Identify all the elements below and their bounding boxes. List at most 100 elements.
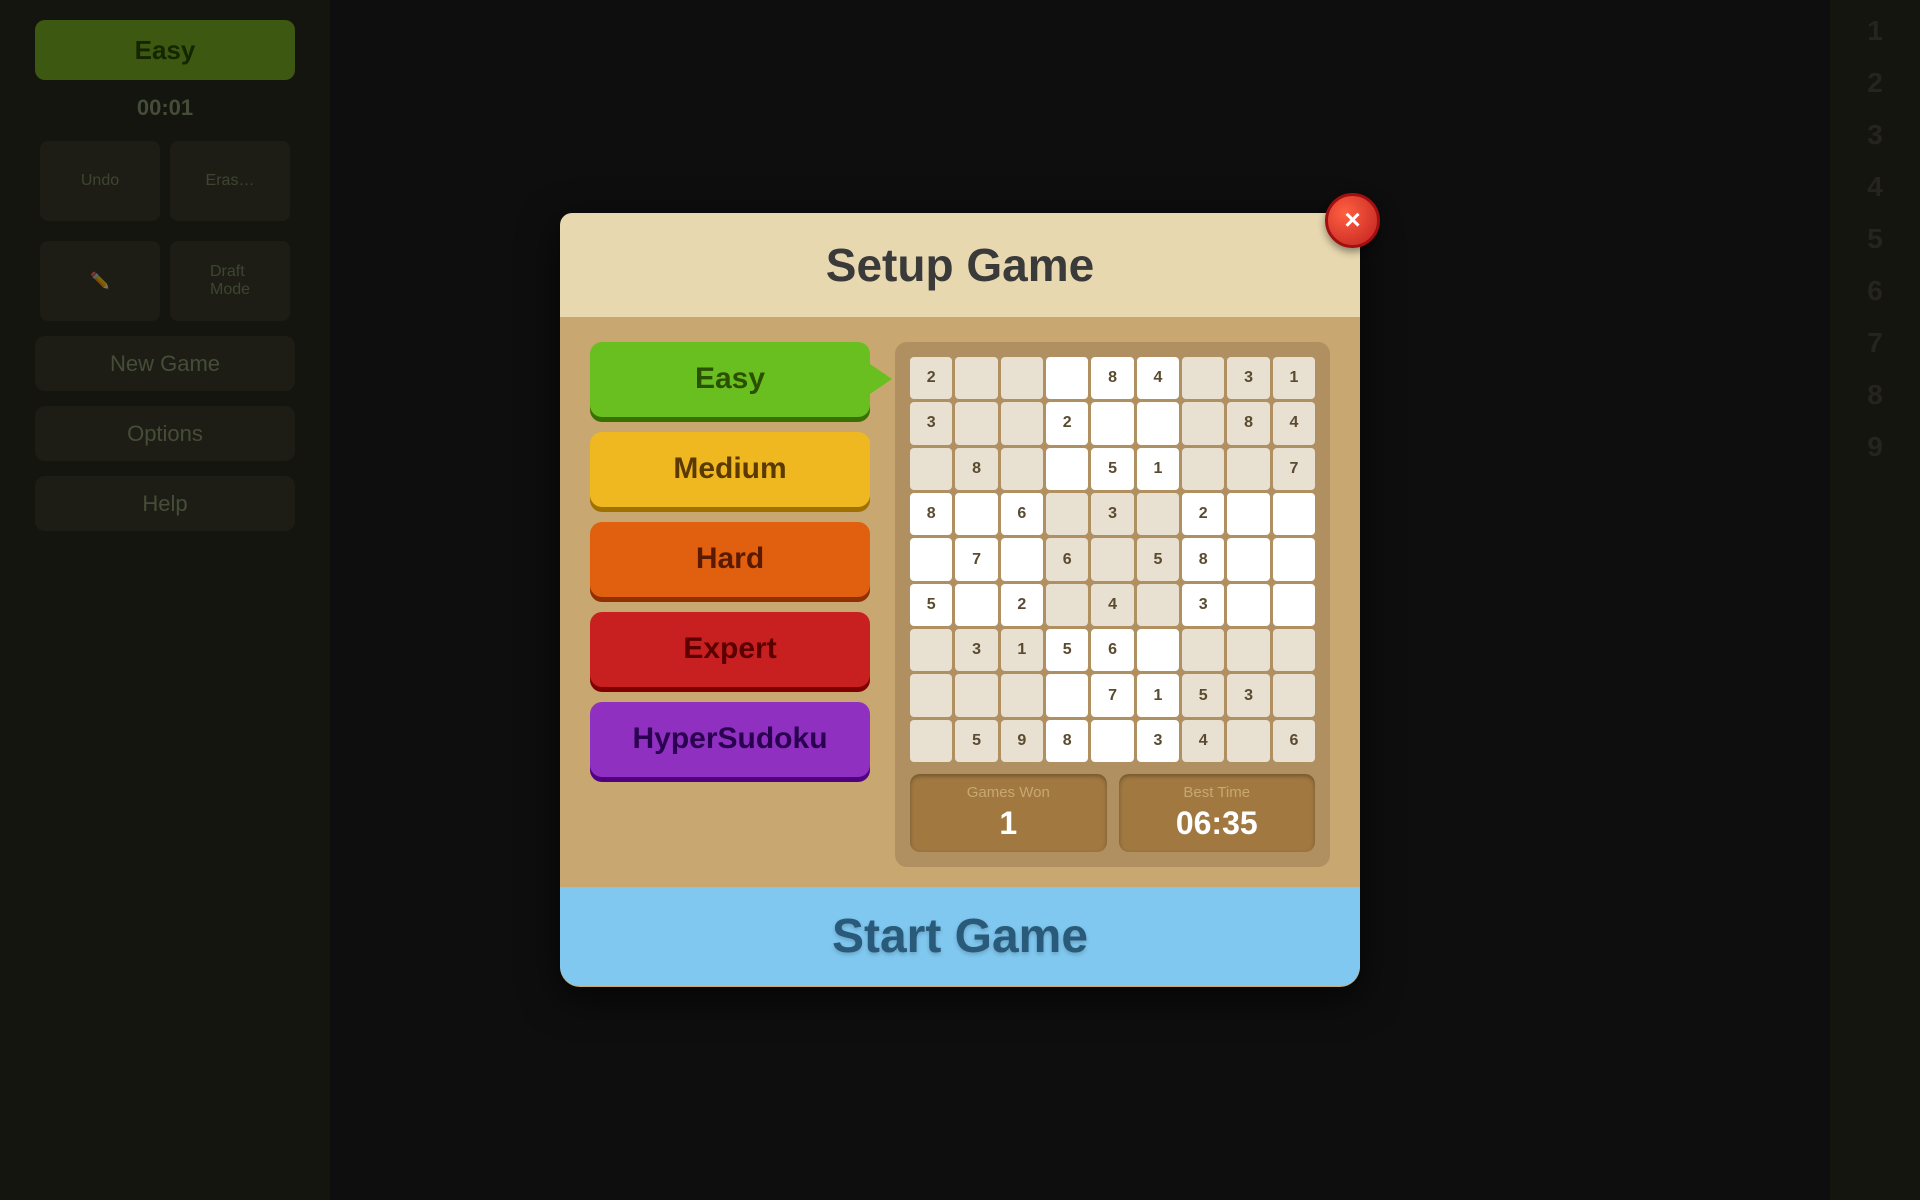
sudoku-cell (910, 448, 952, 490)
games-won-value: 1 (925, 805, 1092, 842)
sudoku-cell: 1 (1137, 674, 1179, 716)
sudoku-cell (955, 402, 997, 444)
sudoku-cell (1091, 402, 1133, 444)
modal-header: Setup Game (560, 213, 1360, 317)
stats-row: Games Won 1 Best Time 06:35 (910, 774, 1315, 852)
sudoku-cell (1227, 584, 1269, 626)
modal-body: Easy Medium Hard Expert HyperSudoku 2843… (590, 342, 1330, 867)
sudoku-cell: 8 (1046, 720, 1088, 762)
sudoku-cell (1273, 584, 1315, 626)
sudoku-cell: 5 (1182, 674, 1224, 716)
sudoku-cell (1001, 402, 1043, 444)
sudoku-cell (910, 629, 952, 671)
sudoku-cell: 6 (1001, 493, 1043, 535)
sudoku-preview-grid: 284313284851786327658524331567153598346 (910, 357, 1315, 762)
best-time-box: Best Time 06:35 (1119, 774, 1316, 852)
sudoku-cell (955, 493, 997, 535)
preview-area: 284313284851786327658524331567153598346 … (895, 342, 1330, 867)
sudoku-cell: 9 (1001, 720, 1043, 762)
close-icon: × (1344, 206, 1360, 234)
sudoku-cell: 3 (955, 629, 997, 671)
sudoku-cell: 5 (1046, 629, 1088, 671)
sudoku-cell (1227, 629, 1269, 671)
sudoku-cell (1046, 357, 1088, 399)
sudoku-cell: 1 (1001, 629, 1043, 671)
close-button[interactable]: × (1325, 193, 1380, 248)
sudoku-cell (1046, 448, 1088, 490)
sudoku-cell: 7 (1091, 674, 1133, 716)
sudoku-cell (1001, 448, 1043, 490)
sudoku-cell: 4 (1091, 584, 1133, 626)
sudoku-cell: 1 (1273, 357, 1315, 399)
sudoku-cell (1227, 720, 1269, 762)
sudoku-cell: 8 (1091, 357, 1133, 399)
games-won-label: Games Won (925, 784, 1092, 801)
sudoku-cell: 2 (1001, 584, 1043, 626)
sudoku-cell (1046, 674, 1088, 716)
difficulty-hyper-button[interactable]: HyperSudoku (590, 702, 870, 777)
sudoku-cell: 6 (1091, 629, 1133, 671)
sudoku-cell (1001, 674, 1043, 716)
sudoku-cell: 3 (1137, 720, 1179, 762)
sudoku-cell (1182, 629, 1224, 671)
sudoku-cell (1091, 720, 1133, 762)
difficulty-medium-button[interactable]: Medium (590, 432, 870, 507)
sudoku-cell: 2 (1182, 493, 1224, 535)
sudoku-cell (1182, 402, 1224, 444)
difficulty-hard-button[interactable]: Hard (590, 522, 870, 597)
sudoku-cell: 3 (1182, 584, 1224, 626)
sudoku-cell (1273, 674, 1315, 716)
games-won-box: Games Won 1 (910, 774, 1107, 852)
sudoku-cell (1046, 584, 1088, 626)
sudoku-cell: 7 (955, 538, 997, 580)
sudoku-cell: 3 (1091, 493, 1133, 535)
sudoku-cell: 8 (1182, 538, 1224, 580)
sudoku-cell (955, 357, 997, 399)
sudoku-cell: 7 (1273, 448, 1315, 490)
sudoku-cell (910, 538, 952, 580)
sudoku-cell (910, 674, 952, 716)
sudoku-cell: 8 (910, 493, 952, 535)
difficulty-list: Easy Medium Hard Expert HyperSudoku (590, 342, 870, 867)
sudoku-cell (1046, 493, 1088, 535)
sudoku-cell (1227, 493, 1269, 535)
sudoku-cell: 4 (1182, 720, 1224, 762)
sudoku-cell: 6 (1273, 720, 1315, 762)
best-time-value: 06:35 (1134, 805, 1301, 842)
difficulty-expert-button[interactable]: Expert (590, 612, 870, 687)
sudoku-cell: 4 (1137, 357, 1179, 399)
sudoku-cell (1137, 493, 1179, 535)
sudoku-cell: 2 (1046, 402, 1088, 444)
sudoku-cell (1137, 629, 1179, 671)
setup-game-modal: × Setup Game Easy Medium Hard Expert Hyp… (560, 213, 1360, 987)
sudoku-cell (1227, 538, 1269, 580)
sudoku-cell: 1 (1137, 448, 1179, 490)
modal-overlay: × Setup Game Easy Medium Hard Expert Hyp… (0, 0, 1920, 1200)
sudoku-cell: 6 (1046, 538, 1088, 580)
difficulty-easy-button[interactable]: Easy (590, 342, 870, 417)
sudoku-cell: 4 (1273, 402, 1315, 444)
sudoku-cell (1001, 538, 1043, 580)
sudoku-cell: 3 (1227, 357, 1269, 399)
sudoku-cell (1227, 448, 1269, 490)
sudoku-cell: 5 (1137, 538, 1179, 580)
sudoku-cell (1273, 493, 1315, 535)
sudoku-cell: 2 (910, 357, 952, 399)
sudoku-cell (910, 720, 952, 762)
start-game-label: Start Game (832, 910, 1088, 963)
best-time-label: Best Time (1134, 784, 1301, 801)
sudoku-cell (1273, 629, 1315, 671)
sudoku-cell (1001, 357, 1043, 399)
start-game-button[interactable]: Start Game (560, 887, 1360, 986)
sudoku-cell: 5 (1091, 448, 1133, 490)
sudoku-cell: 3 (1227, 674, 1269, 716)
sudoku-cell: 3 (910, 402, 952, 444)
sudoku-cell: 8 (1227, 402, 1269, 444)
sudoku-cell (1273, 538, 1315, 580)
sudoku-cell (1137, 584, 1179, 626)
modal-title: Setup Game (826, 239, 1094, 291)
sudoku-cell (1182, 357, 1224, 399)
sudoku-cell (955, 674, 997, 716)
sudoku-cell: 8 (955, 448, 997, 490)
sudoku-cell: 5 (910, 584, 952, 626)
